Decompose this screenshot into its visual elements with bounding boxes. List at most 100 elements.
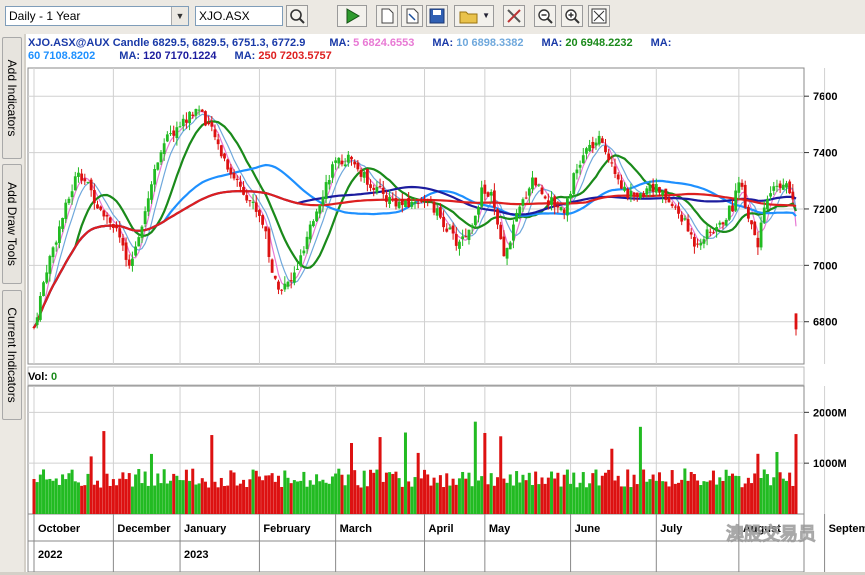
y-tick-label: 7400 <box>813 148 837 160</box>
candle-body <box>197 109 201 111</box>
search-button[interactable] <box>286 5 308 27</box>
candle-body <box>331 164 334 178</box>
zoom-out-icon <box>538 9 553 24</box>
fit-screen-button[interactable] <box>588 5 610 27</box>
volume-bar <box>356 485 360 514</box>
volume-bar <box>721 480 725 514</box>
candle-body <box>73 176 77 191</box>
volume-bar <box>527 472 531 514</box>
candle-body <box>121 237 125 246</box>
volume-bar <box>238 483 242 514</box>
volume-bar <box>172 473 176 514</box>
tab-add-draw-tools[interactable]: Add Draw Tools <box>2 164 22 284</box>
volume-bar <box>324 482 328 514</box>
watermark-text: 澳股交易员 <box>726 523 816 544</box>
candle-body <box>407 197 411 208</box>
volume-bar <box>111 479 115 514</box>
candle-body <box>566 198 569 216</box>
candle-body <box>204 111 207 126</box>
volume-bar <box>54 478 58 514</box>
volume-bar <box>330 476 334 514</box>
candle-body <box>305 236 309 250</box>
candle-body <box>391 198 395 200</box>
tab-current-indicators[interactable]: Current Indicators <box>2 290 22 420</box>
volume-bar <box>219 477 223 514</box>
candle-body <box>667 197 671 203</box>
volume-bar <box>80 485 84 514</box>
tab-add-indicators[interactable]: Add Indicators <box>2 37 22 159</box>
y-tick-label: 7600 <box>813 91 837 103</box>
candle-body <box>585 148 588 154</box>
volume-bar <box>600 475 604 514</box>
candle-body <box>102 210 106 217</box>
candle-body <box>546 200 550 206</box>
zoom-out-button[interactable] <box>534 5 556 27</box>
candle-body <box>712 232 715 234</box>
candle-body <box>292 272 296 283</box>
candle-body <box>289 280 293 282</box>
candle-body <box>175 127 179 139</box>
volume-bar <box>715 484 719 514</box>
volume-bar <box>734 475 738 514</box>
play-button[interactable] <box>337 5 367 27</box>
candle-body <box>759 222 763 248</box>
candle-body <box>413 201 417 204</box>
candle-body <box>54 242 58 245</box>
chart-legend-line2: 60 7108.8202 MA: 120 7170.1224 MA: 250 720… <box>28 50 332 62</box>
volume-bar <box>740 487 744 514</box>
zoom-in-button[interactable] <box>561 5 583 27</box>
volume-bar <box>146 485 150 514</box>
volume-bar <box>604 472 607 514</box>
candle-body <box>492 190 496 208</box>
volume-bar <box>673 483 677 514</box>
volume-bar <box>118 478 122 514</box>
new-chart-button[interactable] <box>376 5 398 27</box>
open-folder-button[interactable]: ▼ <box>454 5 494 27</box>
candle-body <box>200 109 204 112</box>
candle-body <box>470 225 474 227</box>
volume-bar <box>524 480 528 514</box>
volume-bar <box>642 469 646 514</box>
volume-bar <box>407 481 411 514</box>
candle-body <box>99 206 103 210</box>
candle-body <box>683 218 687 220</box>
chart-area[interactable]: 6800 7000 7200 7400 7600 1000M 2000M October 202… <box>26 34 865 573</box>
volume-bar <box>194 484 198 514</box>
volume-bar <box>569 483 573 514</box>
tab-label: Current Indicators <box>5 307 19 403</box>
legend-ma-label: MA: <box>651 37 672 49</box>
candle-body <box>518 206 522 216</box>
volume-bar <box>610 448 614 514</box>
candle-body <box>375 187 379 193</box>
volume-bar <box>689 471 693 514</box>
volume-bar <box>702 481 706 514</box>
volume-bar <box>153 485 157 514</box>
open-link-button[interactable] <box>401 5 423 27</box>
save-button[interactable] <box>426 5 448 27</box>
period-select[interactable]: Daily - 1 Year ▼ <box>5 6 189 26</box>
volume-bar <box>556 472 560 514</box>
symbol-input[interactable]: XJO.ASX <box>195 6 283 26</box>
price-chart[interactable]: 6800 7000 7200 7400 7600 1000M 2000M October 202… <box>26 34 865 573</box>
volume-bar <box>248 479 252 514</box>
legend-ma-60: 60 7108.8202 <box>28 50 95 62</box>
candle-body <box>185 119 188 123</box>
candle-body <box>118 228 122 238</box>
tools-button[interactable] <box>503 5 525 27</box>
candle-body <box>146 198 150 212</box>
candle-body <box>321 196 325 205</box>
candle-body <box>705 229 709 240</box>
candle-body <box>512 224 515 241</box>
chevron-down-icon: ▼ <box>482 11 490 20</box>
chevron-down-icon[interactable]: ▼ <box>171 7 188 25</box>
volume-bar <box>654 480 658 514</box>
candle-body <box>267 228 271 257</box>
candle-body <box>397 201 401 208</box>
volume-bar <box>200 478 204 514</box>
candle-body <box>353 161 357 165</box>
volume-bar <box>683 468 687 514</box>
candle-body <box>51 247 55 258</box>
candle-body <box>680 214 684 222</box>
volume-bar <box>57 484 61 514</box>
volume-bar <box>753 473 757 514</box>
